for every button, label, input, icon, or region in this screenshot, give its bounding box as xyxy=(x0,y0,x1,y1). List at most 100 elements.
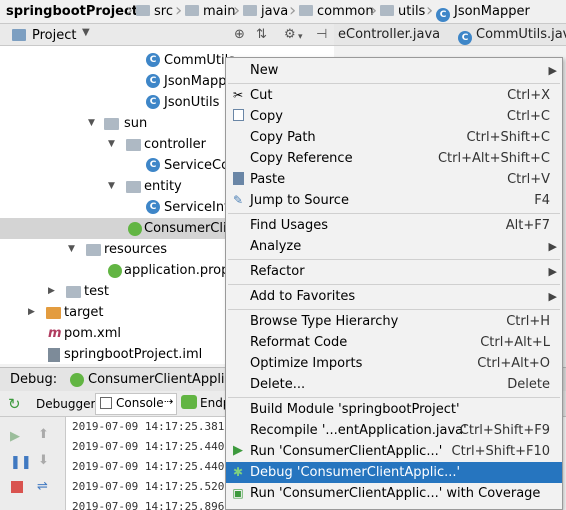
maven-icon: m xyxy=(48,326,62,341)
menu-item-label: Optimize Imports xyxy=(250,356,363,371)
jump-icon: ✎ xyxy=(232,193,244,207)
chevron-down-icon[interactable]: ▼ xyxy=(108,176,120,197)
menu-item-new[interactable]: New ▶ xyxy=(226,60,562,81)
target-icon[interactable]: ⊕ xyxy=(234,27,245,43)
chevron-down-icon[interactable]: ▼ xyxy=(108,134,120,155)
folder-icon xyxy=(243,5,257,16)
chevron-right-icon[interactable]: ▶ xyxy=(28,302,40,323)
menu-item-refactor[interactable]: Refactor ▶ xyxy=(226,261,562,282)
tree-item-label: ConsumerClie xyxy=(144,221,235,236)
endpoints-icon xyxy=(181,395,197,409)
menu-item-shortcut: Ctrl+Shift+C xyxy=(466,130,550,145)
class-icon: C xyxy=(146,158,160,172)
folder-icon xyxy=(66,286,81,298)
menu-item-copy-reference[interactable]: Copy Reference Ctrl+Alt+Shift+C xyxy=(226,148,562,169)
menu-item-analyze[interactable]: Analyze ▶ xyxy=(226,236,562,257)
properties-file-icon xyxy=(108,264,122,278)
menu-item-delete[interactable]: Delete... Delete xyxy=(226,374,562,395)
debug-config-tab[interactable]: ConsumerClientApplicat xyxy=(88,372,245,387)
tab-commutils[interactable]: C CommUtils.java xyxy=(458,24,566,46)
menu-item-shortcut: Ctrl+X xyxy=(507,88,550,103)
resume-icon[interactable]: ▶ xyxy=(10,429,20,444)
spring-boot-icon xyxy=(70,373,84,387)
menu-item-jump-to-source[interactable]: ✎ Jump to Source F4 xyxy=(226,190,562,211)
menu-item-build-module[interactable]: Build Module 'springbootProject' xyxy=(226,399,562,420)
menu-item-debug[interactable]: ✱ Debug 'ConsumerClientApplic...' xyxy=(226,462,562,483)
tab-label: Console xyxy=(116,396,164,410)
tab-label: CommUtils.java xyxy=(476,27,566,42)
menu-item-copy-path[interactable]: Copy Path Ctrl+Shift+C xyxy=(226,127,562,148)
pause-icon[interactable]: ❚❚ xyxy=(10,455,32,470)
tree-item-label: resources xyxy=(104,242,168,257)
menu-item-paste[interactable]: Paste Ctrl+V xyxy=(226,169,562,190)
editor-tabs: eController.java C CommUtils.java xyxy=(334,24,566,46)
copy-icon xyxy=(233,109,244,121)
hide-icon[interactable]: ⊣ xyxy=(316,27,327,43)
tab-label: eController.java xyxy=(338,27,441,42)
chevron-right-icon: ▶ xyxy=(548,290,557,303)
cut-icon: ✂ xyxy=(232,88,244,102)
chevron-down-icon[interactable]: ▼ xyxy=(82,27,90,38)
menu-item-label: Find Usages xyxy=(250,218,329,233)
debug-label: Debug: xyxy=(10,372,58,387)
breadcrumb-separator: › xyxy=(370,0,378,21)
gear-icon[interactable]: ⚙ xyxy=(284,27,296,43)
folder-icon xyxy=(185,5,199,16)
menu-item-find-usages[interactable]: Find Usages Alt+F7 xyxy=(226,215,562,236)
breadcrumb-item-jsonmapper[interactable]: C JsonMapper xyxy=(436,0,530,24)
collapse-icon[interactable]: ⇅ xyxy=(256,27,267,43)
debug-side-toolbar: ▶ ❚❚ ⬆ ⬇ ⇌ xyxy=(0,417,66,510)
tree-item-label: entity xyxy=(144,179,182,194)
menu-item-label: Copy Path xyxy=(250,130,316,145)
menu-item-cut[interactable]: ✂ Cut Ctrl+X xyxy=(226,85,562,106)
menu-item-copy[interactable]: Copy Ctrl+C xyxy=(226,106,562,127)
tab-debugger[interactable]: Debugger xyxy=(32,394,99,414)
menu-item-recompile[interactable]: Recompile '...entApplication.java' Ctrl+S… xyxy=(226,420,562,441)
tree-item-label: sun xyxy=(124,116,148,131)
breadcrumb-separator: › xyxy=(233,0,241,21)
breadcrumb-item-main[interactable]: main xyxy=(185,0,235,24)
tab-console[interactable]: Console ⇢ xyxy=(95,393,177,415)
log-line: 2019-07-09 14:17:25.896 xyxy=(72,500,225,510)
menu-item-optimize-imports[interactable]: Optimize Imports Ctrl+Alt+O xyxy=(226,353,562,374)
chevron-right-icon: ▶ xyxy=(548,265,557,278)
class-icon: C xyxy=(146,200,160,214)
tree-item-label: test xyxy=(84,284,109,299)
breadcrumb-item-project[interactable]: springbootProject xyxy=(6,0,138,24)
menu-item-add-to-favorites[interactable]: Add to Favorites ▶ xyxy=(226,286,562,307)
tree-item-label: JsonMapp xyxy=(164,74,227,89)
chevron-down-icon[interactable]: ▾ xyxy=(298,29,303,45)
rerun-icon[interactable]: ↻ xyxy=(8,395,21,413)
breadcrumb-item-src[interactable]: src xyxy=(136,0,173,24)
breadcrumb-item-common[interactable]: common xyxy=(299,0,374,24)
menu-item-run-with-coverage[interactable]: ▣ Run 'ConsumerClientApplic...' with Cove… xyxy=(226,483,562,504)
menu-item-label: Reformat Code xyxy=(250,335,348,350)
class-icon: C xyxy=(146,74,160,88)
run-icon: ▶ xyxy=(233,443,243,458)
chevron-down-icon[interactable]: ▼ xyxy=(68,239,80,260)
project-panel-title[interactable]: Project xyxy=(32,28,76,43)
package-icon xyxy=(126,181,141,193)
chevron-right-icon[interactable]: ▶ xyxy=(48,281,60,302)
menu-item-run[interactable]: ▶ Run 'ConsumerClientApplic...' Ctrl+Shift… xyxy=(226,441,562,462)
breadcrumb-item-utils[interactable]: utils xyxy=(380,0,425,24)
stop-icon[interactable] xyxy=(11,481,23,493)
menu-item-browse-type-hierarchy[interactable]: Browse Type Hierarchy Ctrl+H xyxy=(226,311,562,332)
chevron-down-icon[interactable]: ▼ xyxy=(88,113,100,134)
log-line: 2019-07-09 14:17:25.381 xyxy=(72,420,225,433)
menu-item-label: Run 'ConsumerClientApplic...' with Cover… xyxy=(250,486,541,501)
scroll-up-icon[interactable]: ⬆ xyxy=(38,427,49,442)
breadcrumb-item-java[interactable]: java xyxy=(243,0,288,24)
class-icon: C xyxy=(436,8,450,22)
menu-item-label: Add to Favorites xyxy=(250,289,356,304)
log-line: 2019-07-09 14:17:25.440 xyxy=(72,440,225,453)
breadcrumb-label: JsonMapper xyxy=(454,4,530,19)
menu-item-reformat-code[interactable]: Reformat Code Ctrl+Alt+L xyxy=(226,332,562,353)
tab-editor-controller[interactable]: eController.java xyxy=(338,24,440,46)
breadcrumb-separator: › xyxy=(175,0,183,21)
soft-wrap-icon[interactable]: ⇌ xyxy=(37,479,48,494)
menu-item-label: Copy xyxy=(250,109,283,124)
scroll-down-icon[interactable]: ⬇ xyxy=(38,453,49,468)
menu-separator xyxy=(228,309,560,310)
tree-item-label: springbootProject.iml xyxy=(64,347,203,362)
